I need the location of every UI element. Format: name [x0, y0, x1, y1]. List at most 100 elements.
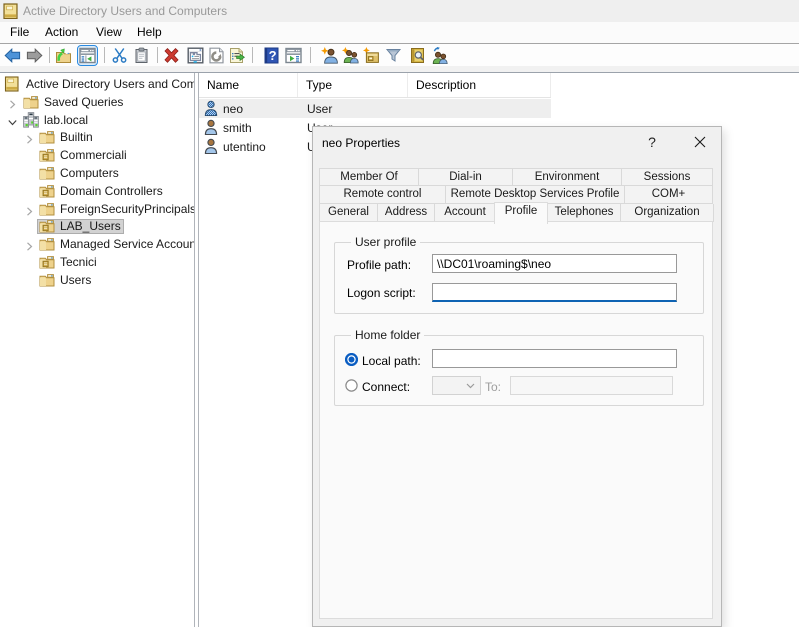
ou-folder-icon	[39, 147, 55, 163]
export-list-icon	[228, 47, 245, 64]
tree-item-managed-service-accounts[interactable]: Managed Service Accounts	[0, 235, 194, 253]
tab-remote-control[interactable]: Remote control	[319, 186, 446, 204]
connect-to-input[interactable]	[510, 376, 673, 395]
header-bottom-line	[199, 97, 551, 98]
svg-text:?: ?	[269, 48, 277, 63]
properties-button[interactable]	[187, 47, 204, 64]
drive-letter-dropdown[interactable]	[432, 376, 481, 395]
domain-icon	[23, 112, 39, 128]
column-header-name[interactable]: Name	[199, 73, 298, 97]
menu-bar: File Action View Help	[0, 22, 799, 43]
tree-item-tecnici[interactable]: Tecnici	[0, 253, 194, 271]
tree-item-foreignsecurityprincipals[interactable]: ForeignSecurityPrincipals	[0, 200, 194, 218]
tree-item-saved-queries[interactable]: Saved Queries	[0, 93, 194, 111]
list-row-neo[interactable]: neoUser	[199, 99, 551, 118]
close-icon	[694, 136, 706, 148]
tab-dial-in[interactable]: Dial-in	[419, 168, 513, 186]
new-user-button[interactable]	[321, 47, 338, 64]
back-button[interactable]	[4, 47, 21, 64]
filter-button[interactable]	[385, 47, 402, 64]
toolbar-separator	[104, 47, 105, 63]
tree-item-users[interactable]: Users	[0, 271, 194, 289]
column-header-type[interactable]: Type	[298, 73, 408, 97]
tab-organization[interactable]: Organization	[621, 204, 714, 222]
chevron-right-icon[interactable]	[25, 240, 34, 249]
toolbar-separator	[252, 47, 253, 63]
new-user-icon	[321, 47, 338, 64]
tree-item-lab-local[interactable]: lab.local	[0, 111, 194, 129]
chevron-right-icon[interactable]	[25, 205, 34, 214]
chevron-down-icon[interactable]	[8, 116, 17, 125]
properties-icon	[187, 47, 204, 64]
cut-button[interactable]	[111, 47, 128, 64]
chevron-down-icon	[466, 383, 475, 389]
tab-general[interactable]: General	[319, 204, 378, 222]
paste-icon	[133, 47, 150, 64]
tab-address[interactable]: Address	[378, 204, 435, 222]
dialog-help-button[interactable]: ?	[639, 130, 665, 154]
menu-file[interactable]: File	[10, 25, 29, 39]
help-button[interactable]: ?	[263, 47, 280, 64]
forward-button[interactable]	[26, 47, 43, 64]
user-profile-legend: User profile	[351, 235, 420, 249]
tree-item-commerciali[interactable]: Commerciali	[0, 146, 194, 164]
local-path-radio[interactable]	[345, 353, 358, 366]
folder-icon	[39, 272, 55, 288]
tree-item-active-directory-users-and-com[interactable]: Active Directory Users and Com	[0, 75, 194, 93]
up-one-level-button[interactable]	[55, 47, 72, 64]
paste-button[interactable]	[133, 47, 150, 64]
menu-help[interactable]: Help	[137, 25, 162, 39]
dialog-title: neo Properties	[322, 136, 400, 150]
tab-member-of[interactable]: Member Of	[319, 168, 419, 186]
toolbar-separator	[49, 47, 50, 63]
find-button[interactable]	[409, 47, 426, 64]
tab-telephones[interactable]: Telephones	[548, 204, 621, 222]
refresh-button[interactable]	[208, 47, 225, 64]
tab-sessions[interactable]: Sessions	[622, 168, 713, 186]
connect-radio[interactable]	[345, 379, 358, 392]
logon-script-input[interactable]	[432, 283, 677, 302]
list-header: Name Type Description	[199, 73, 551, 98]
new-group-button[interactable]	[342, 47, 359, 64]
local-path-input[interactable]	[432, 349, 677, 368]
folder-icon	[39, 201, 55, 217]
refresh-icon	[208, 47, 225, 64]
delete-button[interactable]	[163, 47, 180, 64]
tab-com-plus[interactable]: COM+	[625, 186, 713, 204]
profile-path-input[interactable]	[432, 254, 677, 273]
menu-action[interactable]: Action	[45, 25, 78, 39]
tree-item-computers[interactable]: Computers	[0, 164, 194, 182]
menu-view[interactable]: View	[96, 25, 122, 39]
to-label: To:	[485, 380, 501, 394]
show-console-tree-button[interactable]	[77, 45, 98, 66]
tab-profile[interactable]: Profile	[494, 202, 548, 224]
console-tree-pane: Active Directory Users and ComSaved Quer…	[0, 73, 194, 627]
ou-folder-icon	[39, 254, 55, 270]
dialog-close-button[interactable]	[685, 130, 715, 154]
toolbar-lower-strip	[0, 66, 799, 73]
set-group-button[interactable]	[431, 47, 448, 64]
tab-environment[interactable]: Environment	[513, 168, 622, 186]
find-icon	[409, 47, 426, 64]
delete-icon	[163, 47, 180, 64]
filter-icon	[385, 47, 402, 64]
up-one-level-icon	[55, 47, 72, 64]
new-ou-button[interactable]	[363, 47, 380, 64]
connect-label: Connect:	[362, 380, 410, 394]
chevron-right-icon[interactable]	[25, 133, 34, 142]
tree-item-lab-users[interactable]: LAB_Users	[0, 217, 194, 235]
tab-account[interactable]: Account	[435, 204, 496, 222]
set-group-icon	[431, 47, 448, 64]
user-selected-icon	[203, 100, 219, 116]
chevron-right-icon[interactable]	[8, 98, 17, 107]
export-list-button[interactable]	[228, 47, 245, 64]
user-profile-groupbox: User profile	[334, 242, 704, 314]
show-action-pane-icon	[285, 47, 302, 64]
app-book-icon	[3, 3, 19, 19]
tree-item-builtin[interactable]: Builtin	[0, 128, 194, 146]
toolbar-separator	[157, 47, 158, 63]
toolbar-separator	[310, 47, 311, 63]
show-action-pane-button[interactable]	[285, 47, 302, 64]
column-header-description[interactable]: Description	[408, 73, 551, 97]
tree-item-domain-controllers[interactable]: Domain Controllers	[0, 182, 194, 200]
